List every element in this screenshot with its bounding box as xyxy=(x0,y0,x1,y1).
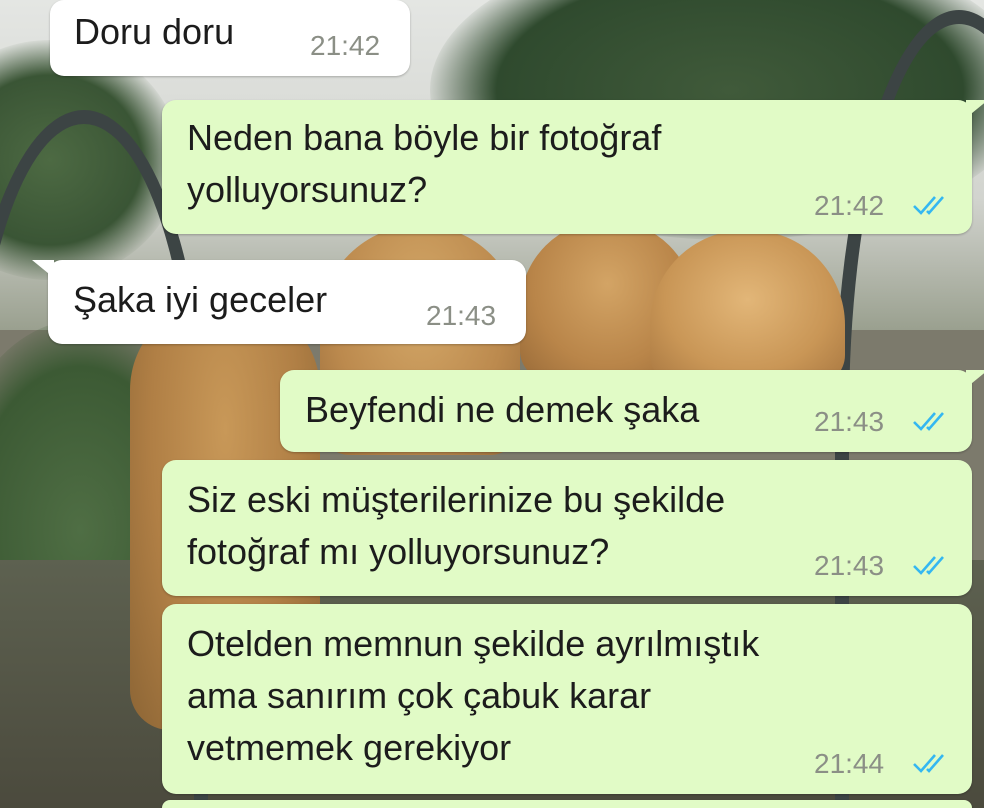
message-text: vetmemek gerekiyor xyxy=(187,727,512,768)
message-text: ama sanırım çok çabuk karar xyxy=(187,675,652,716)
message-text: Neden bana böyle bir fotoğraf xyxy=(187,117,662,158)
message-bubble-outgoing[interactable]: Otelden memnun şekilde ayrılmıştık ama s… xyxy=(162,604,972,794)
bubble-tail xyxy=(966,100,984,118)
message-timestamp: 21:43 xyxy=(426,300,497,331)
message-text: fotoğraf mı yolluyorsunuz? xyxy=(187,531,610,572)
message-text: Beyfendi ne demek şaka xyxy=(305,389,700,430)
double-check-icon xyxy=(913,556,944,575)
message-bubble-outgoing[interactable]: Beyfendi ne demek şaka 21:43 xyxy=(280,370,984,452)
message-bubble-incoming[interactable]: Doru doru 21:42 xyxy=(50,0,410,76)
message-bubble-outgoing[interactable]: Neden bana böyle bir fotoğraf yolluyorsu… xyxy=(162,100,984,234)
double-check-icon xyxy=(913,196,944,215)
message-timestamp: 21:42 xyxy=(310,30,381,61)
message-text: Siz eski müşterilerinize bu şekilde xyxy=(187,479,726,520)
message-text: Doru doru xyxy=(74,11,235,52)
message-bubble-outgoing-partial[interactable] xyxy=(162,800,972,808)
message-timestamp: 21:43 xyxy=(814,406,885,437)
message-text: Otelden memnun şekilde ayrılmıştık xyxy=(187,623,760,664)
double-check-icon xyxy=(913,412,944,431)
double-check-icon xyxy=(913,754,944,773)
message-text: Şaka iyi geceler xyxy=(73,279,328,320)
bubble-tail xyxy=(32,260,54,278)
message-timestamp: 21:43 xyxy=(814,550,885,581)
message-bubble-incoming[interactable]: Şaka iyi geceler 21:43 xyxy=(32,260,526,344)
bubble-tail xyxy=(966,370,984,388)
message-timestamp: 21:42 xyxy=(814,190,885,221)
message-text: yolluyorsunuz? xyxy=(187,169,428,210)
message-timestamp: 21:44 xyxy=(814,748,885,779)
message-bubble-outgoing[interactable]: Siz eski müşterilerinize bu şekilde foto… xyxy=(162,460,972,596)
